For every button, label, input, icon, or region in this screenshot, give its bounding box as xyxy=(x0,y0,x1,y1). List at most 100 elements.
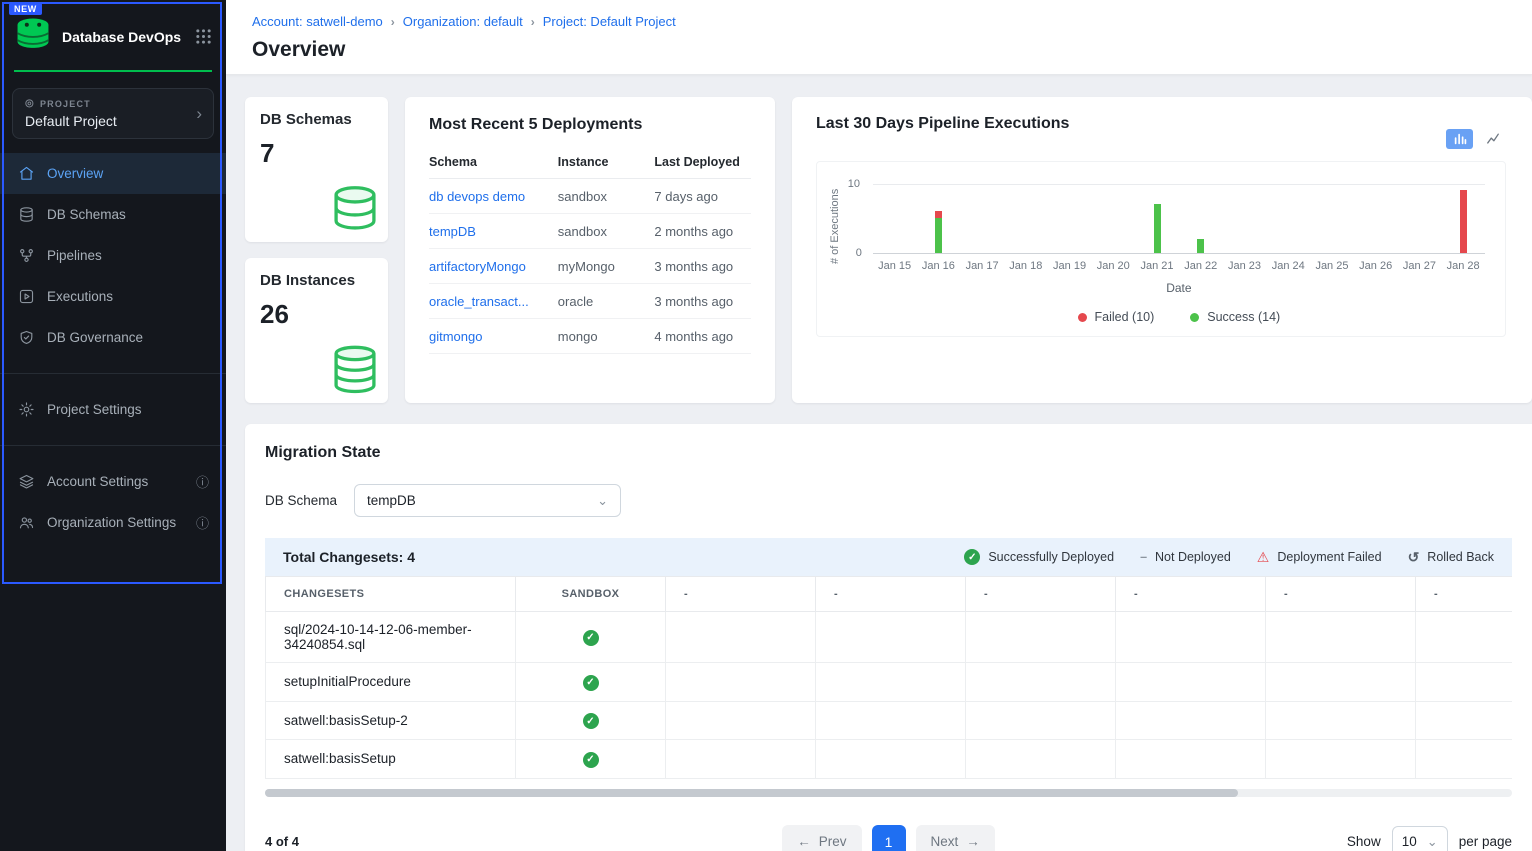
y-tick-label: 10 xyxy=(848,178,860,190)
project-name: Default Project xyxy=(25,113,201,129)
schema-link[interactable]: gitmongo xyxy=(429,329,482,344)
x-tick-label: Jan 25 xyxy=(1310,260,1354,272)
home-icon xyxy=(17,165,35,182)
chart-bar-group xyxy=(873,184,917,253)
chart-bar-group xyxy=(916,184,960,253)
changesets-summary-bar: Total Changesets: 4 ✓ Successfully Deplo… xyxy=(265,538,1512,576)
schema-link[interactable]: oracle_transact... xyxy=(429,294,529,309)
last-deployed-cell: 2 months ago xyxy=(654,214,751,249)
chart-bar-group xyxy=(1004,184,1048,253)
horizontal-scrollbar[interactable] xyxy=(265,789,1512,797)
breadcrumb-separator: › xyxy=(391,15,395,29)
bar-success xyxy=(935,218,942,253)
chart-plot: 10 0 xyxy=(873,184,1485,254)
sidebar-item-executions[interactable]: Executions xyxy=(0,276,226,317)
line-chart-toggle[interactable] xyxy=(1479,129,1506,149)
x-tick-label: Jan 20 xyxy=(1091,260,1135,272)
last-deployed-cell: 3 months ago xyxy=(654,284,751,319)
chart-bar-group xyxy=(1223,184,1267,253)
breadcrumb-project[interactable]: Project: Default Project xyxy=(543,14,676,29)
deployments-table: Schema Instance Last Deployed db devops … xyxy=(429,146,751,354)
sidebar-item-db-governance[interactable]: DB Governance xyxy=(0,317,226,358)
db-schema-select[interactable]: tempDB ⌄ xyxy=(354,484,621,517)
breadcrumb-organization[interactable]: Organization: default xyxy=(403,14,523,29)
main-area: Account: satwell-demo › Organization: de… xyxy=(226,0,1532,851)
changesets-table: CHANGESETS SANDBOX - - - - - - sql/2024- xyxy=(265,576,1512,779)
sidebar-item-db-schemas[interactable]: DB Schemas xyxy=(0,194,226,235)
chart-bar-group xyxy=(1266,184,1310,253)
db-instances-label: DB Instances xyxy=(260,272,373,289)
changeset-row: sql/2024-10-14-12-06-member-34240854.sql… xyxy=(266,612,1513,663)
database-icon xyxy=(17,206,35,223)
scrollbar-thumb[interactable] xyxy=(265,789,1238,797)
layers-icon xyxy=(17,473,35,490)
page-size-select[interactable]: 10 ⌄ xyxy=(1392,826,1448,851)
info-icon[interactable]: ⓘ xyxy=(196,513,209,532)
accent-underline xyxy=(14,70,212,72)
recent-deployments-card: Most Recent 5 Deployments Schema Instanc… xyxy=(405,97,775,403)
top-header: Account: satwell-demo › Organization: de… xyxy=(226,0,1532,75)
chevron-down-icon: ⌄ xyxy=(597,493,608,509)
x-tick-label: Jan 16 xyxy=(916,260,960,272)
prev-page-button[interactable]: ← Prev xyxy=(782,825,861,851)
row-count: 4 of 4 xyxy=(265,834,782,849)
total-changesets: Total Changesets: 4 xyxy=(283,549,415,565)
sidebar-header: NEW Database DevOps xyxy=(0,0,226,66)
schema-link[interactable]: db devops demo xyxy=(429,189,525,204)
chart-title: Last 30 Days Pipeline Executions xyxy=(816,115,1069,133)
chart-bar-group xyxy=(1179,184,1223,253)
changeset-status-icon: ✓ xyxy=(583,675,599,691)
database-stack-icon xyxy=(326,344,384,401)
column-header: - xyxy=(666,577,816,612)
dash-icon: – xyxy=(1140,550,1147,564)
legend-success: Success (14) xyxy=(1190,310,1280,324)
schema-link[interactable]: artifactoryMongo xyxy=(429,259,526,274)
rollback-icon: ↺ xyxy=(1408,549,1420,566)
last-deployed-cell: 4 months ago xyxy=(654,319,751,354)
chart-bar-group xyxy=(1048,184,1092,253)
db-instances-count: 26 xyxy=(260,299,373,330)
instance-cell: oracle xyxy=(558,284,655,319)
x-tick-label: Jan 21 xyxy=(1135,260,1179,272)
changeset-row: satwell:basisSetup-2 ✓ xyxy=(266,701,1513,740)
shield-icon xyxy=(17,329,35,346)
schema-link[interactable]: tempDB xyxy=(429,224,476,239)
pipeline-icon xyxy=(17,247,35,264)
changeset-name: satwell:basisSetup xyxy=(266,740,516,779)
changeset-row: satwell:basisSetup ✓ xyxy=(266,740,1513,779)
bar-chart-toggle[interactable] xyxy=(1446,129,1473,149)
page-size-value: 10 xyxy=(1402,834,1417,849)
people-icon xyxy=(17,514,35,531)
apps-grid-icon[interactable] xyxy=(195,28,212,45)
chart-bar-group xyxy=(1398,184,1442,253)
chart-columns xyxy=(873,184,1485,253)
status-legend: ✓ Successfully Deployed – Not Deployed ⚠… xyxy=(964,549,1494,566)
chart-bar-group xyxy=(1310,184,1354,253)
sidebar-item-organization-settings[interactable]: Organization Settings ⓘ xyxy=(0,502,226,543)
warning-icon: ⚠ xyxy=(1257,549,1270,566)
sidebar-item-account-settings[interactable]: Account Settings ⓘ xyxy=(0,461,226,502)
chevron-down-icon: ⌄ xyxy=(1427,834,1438,850)
changeset-status-icon: ✓ xyxy=(583,752,599,768)
sidebar-item-project-settings[interactable]: Project Settings xyxy=(0,389,226,430)
x-tick-label: Jan 22 xyxy=(1179,260,1223,272)
page-number-button[interactable]: 1 xyxy=(872,825,906,851)
sidebar-item-overview[interactable]: Overview xyxy=(0,153,226,194)
legend-successfully-deployed: ✓ Successfully Deployed xyxy=(964,549,1114,565)
table-row: oracle_transact... oracle 3 months ago xyxy=(429,284,751,319)
column-header: - xyxy=(1416,577,1513,612)
table-row: gitmongo mongo 4 months ago xyxy=(429,319,751,354)
info-icon[interactable]: ⓘ xyxy=(196,472,209,491)
sidebar-item-pipelines[interactable]: Pipelines xyxy=(0,235,226,276)
legend-rolled-back: ↺ Rolled Back xyxy=(1408,549,1494,566)
app-logo-icon xyxy=(14,17,52,56)
next-page-button[interactable]: Next → xyxy=(916,825,995,851)
legend-deployment-failed: ⚠ Deployment Failed xyxy=(1257,549,1382,566)
project-selector[interactable]: ◎ PROJECT Default Project › xyxy=(12,88,214,139)
instance-cell: mongo xyxy=(558,319,655,354)
column-header: - xyxy=(816,577,966,612)
legend-failed: Failed (10) xyxy=(1078,310,1155,324)
sidebar: NEW Database DevOps ◎ PROJECT Default Pr xyxy=(0,0,226,851)
db-schemas-label: DB Schemas xyxy=(260,111,373,128)
breadcrumb-account[interactable]: Account: satwell-demo xyxy=(252,14,383,29)
